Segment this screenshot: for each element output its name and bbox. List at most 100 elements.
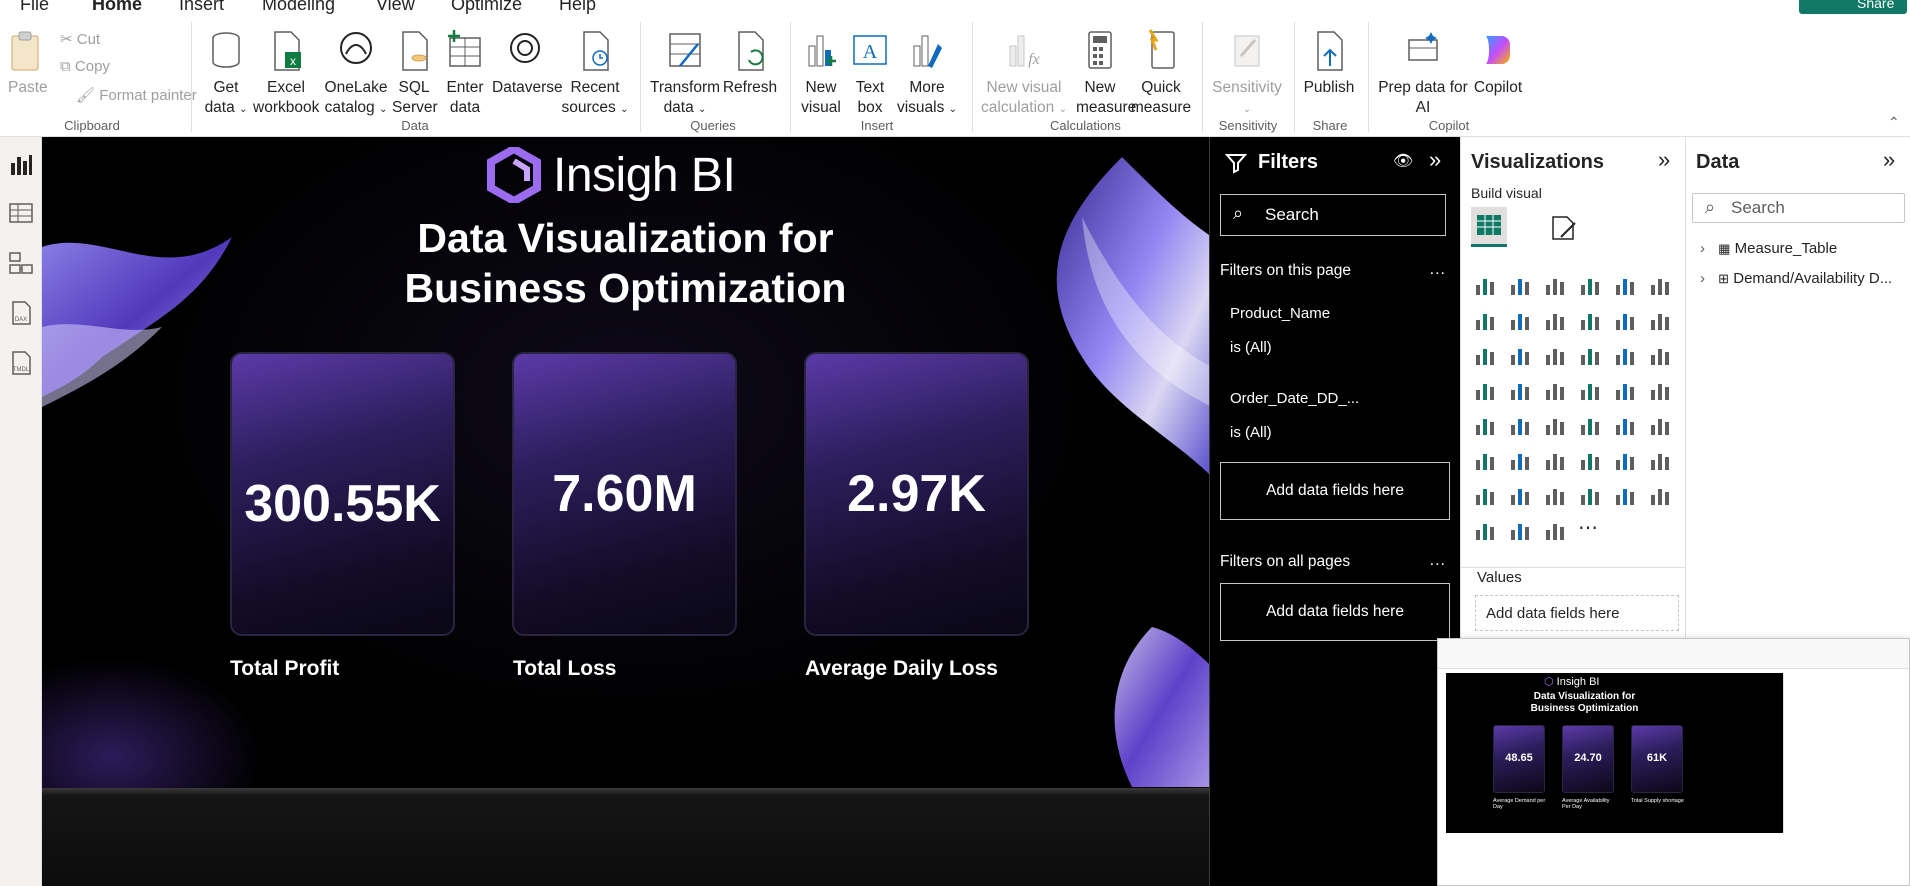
values-well-drop[interactable]: Add data fields here	[1475, 595, 1679, 631]
multi-row-card-icon[interactable]	[1508, 415, 1534, 439]
cut-button[interactable]: ✂ Cut	[60, 30, 100, 48]
decomposition-tree-icon[interactable]	[1578, 450, 1604, 474]
menu-insert[interactable]: Insert	[179, 0, 224, 15]
data-item-demand-availability[interactable]: › ⊞ Demand/Availability D...	[1700, 270, 1892, 287]
paste-button[interactable]: Paste	[8, 28, 48, 98]
data-search-input[interactable]: ⌕ Search	[1692, 193, 1905, 223]
prep-data-ai-button[interactable]: Prep data for AI	[1376, 28, 1470, 118]
stacked-area-chart-icon[interactable]	[1543, 310, 1569, 334]
bullet-chart-icon[interactable]	[1543, 520, 1569, 544]
report-canvas[interactable]: Insigh BI Data Visualization for Busines…	[42, 137, 1209, 788]
table-icon[interactable]	[1613, 415, 1639, 439]
100-stacked-area-chart-icon[interactable]	[1578, 310, 1604, 334]
filter-card-product-name[interactable]: Product_Name is (All)	[1230, 305, 1330, 356]
matrix-icon[interactable]	[1648, 415, 1674, 439]
window-thumbnail-preview[interactable]: ⬡ Insigh BI Data Visualization for Busin…	[1437, 638, 1910, 886]
clustered-bar-chart-icon[interactable]	[1543, 275, 1569, 299]
clustered-column-chart-icon[interactable]	[1578, 275, 1604, 299]
qa-icon[interactable]	[1613, 450, 1639, 474]
refresh-button[interactable]: Refresh	[722, 28, 778, 98]
menu-optimize[interactable]: Optimize	[451, 0, 522, 15]
r-visual-icon[interactable]	[1473, 450, 1499, 474]
recent-sources-button[interactable]: Recent sources ⌄	[561, 28, 629, 120]
donut-chart-icon[interactable]	[1648, 345, 1674, 369]
collapse-data-icon[interactable]: »	[1883, 147, 1895, 173]
menu-file[interactable]: File	[20, 0, 49, 15]
dax-query-view-icon[interactable]: DAX	[7, 299, 35, 327]
copilot-button[interactable]: Copilot	[1470, 28, 1526, 98]
data-item-measure-table[interactable]: › ▦ Measure_Table	[1700, 240, 1837, 257]
word-icon[interactable]	[1508, 520, 1534, 544]
report-view-icon[interactable]	[7, 151, 35, 179]
menu-help[interactable]: Help	[559, 0, 596, 15]
build-visual-tab[interactable]	[1471, 207, 1507, 247]
format-visual-icon[interactable]	[1547, 211, 1581, 245]
trophy-icon[interactable]	[1473, 485, 1499, 509]
ribbon-chart-icon[interactable]	[1473, 345, 1499, 369]
eye-icon[interactable]: 👁	[1393, 151, 1413, 171]
slicer-icon[interactable]	[1578, 415, 1604, 439]
chevron-visual-icon[interactable]	[1473, 520, 1499, 544]
model-view-icon[interactable]	[7, 249, 35, 277]
sensitivity-button[interactable]: Sensitivity ⌄	[1210, 28, 1284, 120]
collapse-ribbon-icon[interactable]: ⌃	[1888, 114, 1900, 131]
python-visual-icon[interactable]	[1508, 450, 1534, 474]
narrative-icon[interactable]	[1648, 450, 1674, 474]
kpi-card-total-profit[interactable]: 300.55K	[230, 352, 455, 636]
metrics-icon[interactable]	[1648, 485, 1674, 509]
menu-home[interactable]: Home	[92, 0, 143, 23]
excel-workbook-button[interactable]: x Excel workbook	[253, 28, 319, 118]
gauge-icon[interactable]	[1648, 380, 1674, 404]
treemap-icon[interactable]	[1473, 380, 1499, 404]
power-automate-icon[interactable]	[1613, 485, 1639, 509]
more-options-icon[interactable]: ...	[1430, 552, 1446, 570]
publish-button[interactable]: Publish	[1302, 28, 1356, 98]
menu-view[interactable]: View	[376, 0, 415, 15]
more-options-icon[interactable]: ...	[1430, 261, 1446, 279]
100-stacked-column-chart-icon[interactable]	[1648, 275, 1674, 299]
sql-server-button[interactable]: SQL Server	[392, 28, 438, 118]
dataverse-button[interactable]: Dataverse	[492, 28, 563, 98]
new-visual-calculation-button[interactable]: fx New visual calculation ⌄	[980, 28, 1068, 120]
paginated-report-icon[interactable]	[1508, 485, 1534, 509]
table-view-icon[interactable]	[7, 199, 35, 227]
card-icon[interactable]	[1473, 415, 1499, 439]
pie-chart-icon[interactable]	[1613, 345, 1639, 369]
stacked-bar-chart-icon[interactable]	[1473, 275, 1499, 299]
add-filter-fields-all[interactable]: Add data fields here	[1220, 583, 1450, 641]
collapse-visualizations-icon[interactable]: »	[1658, 147, 1670, 173]
key-influencers-icon[interactable]	[1543, 450, 1569, 474]
filter-card-order-date[interactable]: Order_Date_DD_... is (All)	[1230, 390, 1359, 441]
waterfall-chart-icon[interactable]	[1508, 345, 1534, 369]
transform-data-button[interactable]: Transform data ⌄	[650, 28, 720, 120]
share-button[interactable]: Share	[1799, 0, 1907, 14]
kpi-card-average-daily-loss[interactable]: 2.97K	[804, 352, 1029, 636]
scatter-chart-icon[interactable]	[1578, 345, 1604, 369]
kpi-card-total-loss[interactable]: 7.60M	[512, 352, 737, 636]
more-visuals-button[interactable]: More visuals ⌄	[894, 28, 960, 120]
100-stacked-bar-chart-icon[interactable]	[1613, 275, 1639, 299]
tmdl-view-icon[interactable]: TMDL	[7, 349, 35, 377]
more-visuals-icon[interactable]: ⋯	[1578, 518, 1604, 544]
enter-data-button[interactable]: Enter data	[440, 28, 490, 118]
menu-modeling[interactable]: Modeling	[262, 0, 335, 15]
line-chart-icon[interactable]	[1473, 310, 1499, 334]
format-painter-button[interactable]: 🖌 Format painter	[76, 86, 197, 104]
new-visual-button[interactable]: New visual	[798, 28, 844, 118]
kpi-icon[interactable]	[1543, 415, 1569, 439]
map-icon[interactable]	[1508, 380, 1534, 404]
filled-map-icon[interactable]	[1543, 380, 1569, 404]
line-clustered-column-icon[interactable]	[1648, 310, 1674, 334]
new-card-icon[interactable]	[1543, 485, 1569, 509]
line-stacked-column-icon[interactable]	[1613, 310, 1639, 334]
onelake-catalog-button[interactable]: OneLake catalog ⌄	[322, 28, 390, 120]
power-apps-icon[interactable]	[1578, 485, 1604, 509]
get-data-button[interactable]: Get data ⌄	[201, 28, 251, 120]
copy-button[interactable]: ⧉ Copy	[60, 58, 110, 75]
text-box-button[interactable]: A Text box	[848, 28, 892, 118]
new-measure-button[interactable]: New measure	[1076, 28, 1136, 118]
area-chart-icon[interactable]	[1508, 310, 1534, 334]
add-filter-fields-page[interactable]: Add data fields here	[1220, 462, 1450, 520]
collapse-filters-icon[interactable]: »	[1429, 147, 1441, 173]
filters-search-input[interactable]: ⌕ Search	[1220, 194, 1446, 236]
